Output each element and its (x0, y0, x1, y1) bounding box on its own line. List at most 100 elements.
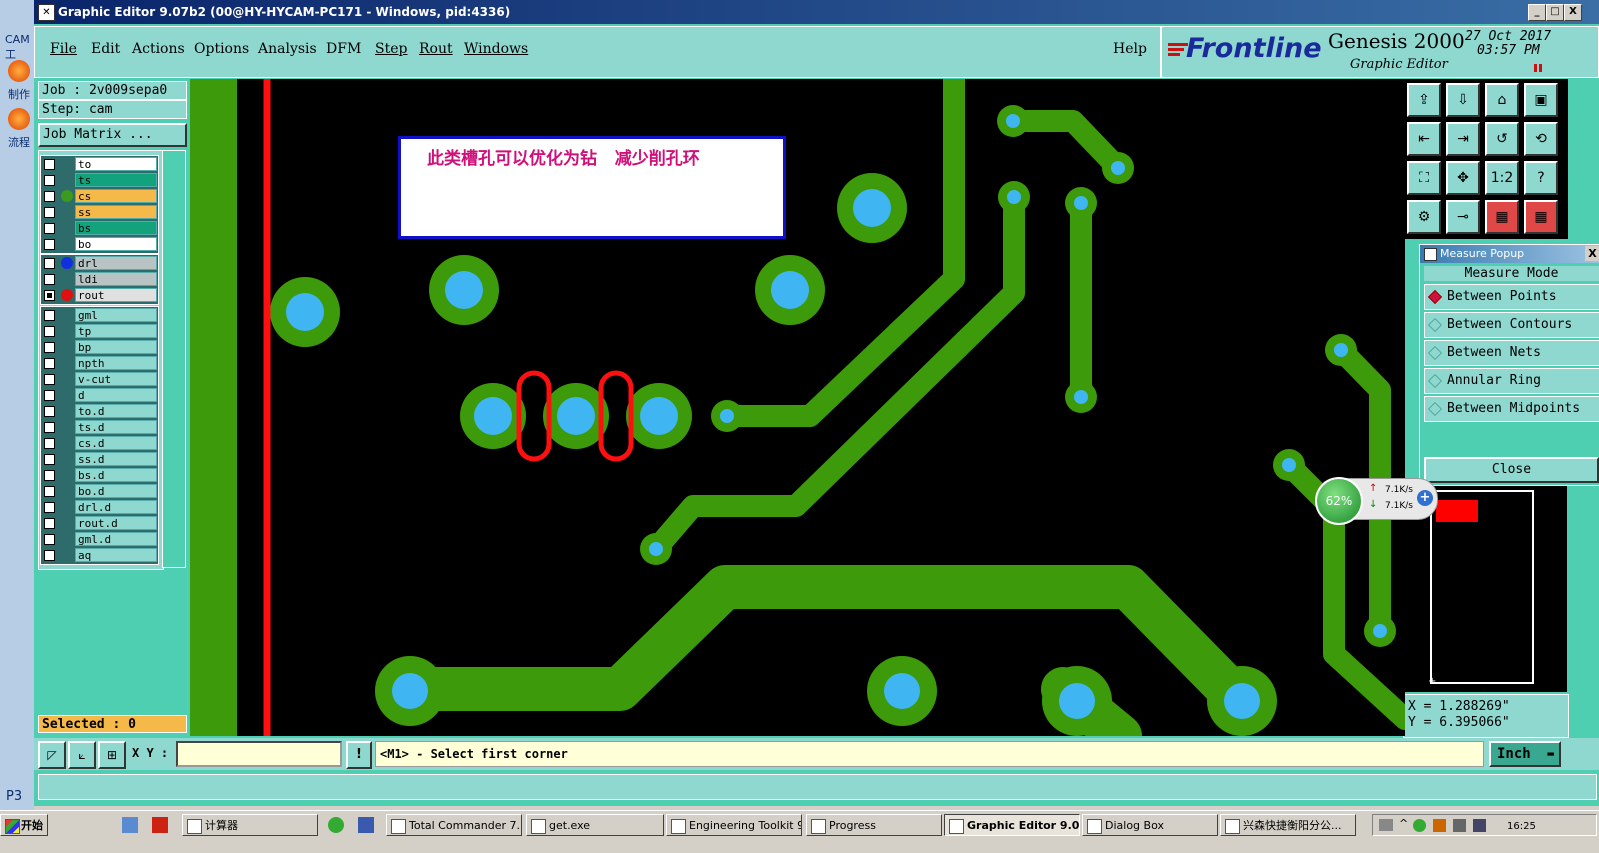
menu-file[interactable]: File (50, 41, 77, 57)
menu-analysis[interactable]: Analysis (258, 41, 317, 57)
layer-checkbox[interactable] (44, 358, 55, 369)
info-icon[interactable]: ! (346, 741, 372, 769)
layer-row-to.d[interactable]: to.d (41, 404, 158, 419)
maximize-button[interactable]: □ (1546, 4, 1564, 21)
layer-row-tp[interactable]: tp (41, 324, 158, 339)
measure-option-between-points[interactable]: Between Points (1424, 284, 1599, 310)
layer-row-drl.d[interactable]: drl.d (41, 500, 158, 515)
layer-checkbox[interactable] (44, 207, 55, 218)
task-dialog-box[interactable]: Dialog Box (1082, 814, 1218, 836)
layer-row-ts[interactable]: ts (41, 173, 158, 188)
measure-popup-titlebar[interactable]: Measure Popup X (1420, 245, 1599, 263)
zoom-fit-icon[interactable]: ⛶ (1407, 161, 1441, 195)
volume-tray-icon[interactable] (1473, 819, 1486, 832)
layer-checkbox[interactable] (44, 159, 55, 170)
layer-row-gml.d[interactable]: gml.d (41, 532, 158, 547)
tray-expand-icon[interactable]: ^ (1399, 817, 1408, 830)
pan-right-icon[interactable]: ⇥ (1446, 122, 1480, 156)
layer-row-rout[interactable]: rout (41, 288, 158, 303)
quicklaunch-pdf-icon[interactable] (152, 817, 168, 833)
menu-rout[interactable]: Rout (419, 41, 453, 57)
flow-app-icon[interactable] (8, 108, 30, 130)
layer-checkbox[interactable] (44, 258, 55, 269)
network-tray-icon[interactable] (1453, 819, 1466, 832)
keyboard-tray-icon[interactable] (1379, 819, 1393, 831)
title-bar[interactable]: ✕ Graphic Editor 9.07b2 (00@HY-HYCAM-PC1… (34, 0, 1599, 24)
network-widget[interactable]: 62% ↑ 7.1K/s ↓ 7.1K/s + (1315, 477, 1438, 525)
units-selector[interactable]: Inch ▬ (1489, 741, 1561, 767)
layer-checkbox[interactable] (44, 518, 55, 529)
task-xingsen[interactable]: 兴森快捷衡阳分公... (1220, 814, 1356, 836)
task-get-exe[interactable]: get.exe (526, 814, 664, 836)
measure-option-annular-ring[interactable]: Annular Ring (1424, 368, 1599, 394)
layer-row-cs.d[interactable]: cs.d (41, 436, 158, 451)
layer-row-cs[interactable]: cs (41, 189, 158, 204)
graphics-canvas[interactable]: 此类槽孔可以优化为钻 减少削孔环 (190, 79, 1405, 736)
layer-row-ss.d[interactable]: ss.d (41, 452, 158, 467)
measure-option-between-midpoints[interactable]: Between Midpoints (1424, 396, 1599, 422)
measure-option-between-nets[interactable]: Between Nets (1424, 340, 1599, 366)
layer-row-rout.d[interactable]: rout.d (41, 516, 158, 531)
help-icon[interactable]: ? (1524, 161, 1558, 195)
redraw-icon[interactable]: ⟲ (1524, 122, 1558, 156)
layer-row-v-cut[interactable]: v-cut (41, 372, 158, 387)
snap-tool-icon[interactable]: ⚙ (1407, 200, 1441, 234)
menu-dfm[interactable]: DFM (326, 41, 361, 57)
layer-row-bs[interactable]: bs (41, 221, 158, 236)
layer-row-bp[interactable]: bp (41, 340, 158, 355)
layer-row-ldi[interactable]: ldi (41, 272, 158, 287)
layer-checkbox[interactable] (44, 454, 55, 465)
security-tray-icon[interactable] (1413, 819, 1426, 832)
start-button[interactable]: 开始 (0, 814, 48, 836)
make-app-icon[interactable] (8, 60, 30, 82)
layer-checkbox[interactable] (44, 438, 55, 449)
menu-windows[interactable]: Windows (464, 41, 528, 57)
netlist-icon[interactable]: ▦ (1485, 200, 1519, 234)
layer-checkbox[interactable] (44, 326, 55, 337)
add-icon[interactable]: + (1417, 490, 1433, 506)
layer-checkbox[interactable] (44, 390, 55, 401)
task-engineering-toolkit[interactable]: Engineering Toolkit 9... (666, 814, 802, 836)
zoom-center-icon[interactable]: ✥ (1446, 161, 1480, 195)
task-calculator[interactable]: 计算器 (182, 814, 318, 836)
layer-row-drl[interactable]: drl (41, 256, 158, 271)
layer-checkbox[interactable] (44, 310, 55, 321)
axis-icon[interactable]: ⟀ (68, 741, 96, 769)
layer-row-gml[interactable]: gml (41, 308, 158, 323)
layer-row-ts.d[interactable]: ts.d (41, 420, 158, 435)
task-graphic-editor[interactable]: Graphic Editor 9.0... (944, 814, 1080, 836)
layer-row-ss[interactable]: ss (41, 205, 158, 220)
layer-checkbox[interactable] (44, 486, 55, 497)
pan-left-icon[interactable]: ⇤ (1407, 122, 1441, 156)
layer-checkbox[interactable] (44, 502, 55, 513)
layer-checkbox[interactable] (44, 191, 55, 202)
layer-checkbox[interactable] (44, 274, 55, 285)
close-window-button[interactable]: X (1564, 4, 1582, 21)
measure-option-between-contours[interactable]: Between Contours (1424, 312, 1599, 338)
fill-top-icon[interactable]: ⇪ (1407, 83, 1441, 117)
minimize-button[interactable]: _ (1528, 4, 1546, 21)
layer-checkbox[interactable] (44, 422, 55, 433)
zoom-back-icon[interactable]: ↺ (1485, 122, 1519, 156)
quicklaunch-word-icon[interactable] (358, 817, 374, 833)
app-tray-icon[interactable] (1433, 819, 1446, 832)
job-matrix-button[interactable]: Job Matrix ... (38, 123, 187, 147)
menu-actions[interactable]: Actions (132, 41, 185, 57)
layer-checkbox[interactable] (44, 290, 55, 301)
layer-checkbox[interactable] (44, 374, 55, 385)
layer-row-to[interactable]: to (41, 157, 158, 172)
menu-edit[interactable]: Edit (91, 41, 120, 57)
layer-row-bo.d[interactable]: bo.d (41, 484, 158, 499)
layer-checkbox[interactable] (44, 175, 55, 186)
menu-step[interactable]: Step (375, 41, 407, 57)
layer-row-d[interactable]: d (41, 388, 158, 403)
layer-row-bs.d[interactable]: bs.d (41, 468, 158, 483)
grid-icon[interactable]: ⊞ (98, 741, 126, 769)
ratio-icon[interactable]: 1:2 (1485, 161, 1519, 195)
quicklaunch-ie-icon[interactable] (328, 817, 344, 833)
layer-checkbox[interactable] (44, 470, 55, 481)
layer-checkbox[interactable] (44, 406, 55, 417)
snap-icon[interactable]: ◸ (38, 741, 66, 769)
rout-tool-icon[interactable]: ⊸ (1446, 200, 1480, 234)
fill-bottom-icon[interactable]: ⇩ (1446, 83, 1480, 117)
